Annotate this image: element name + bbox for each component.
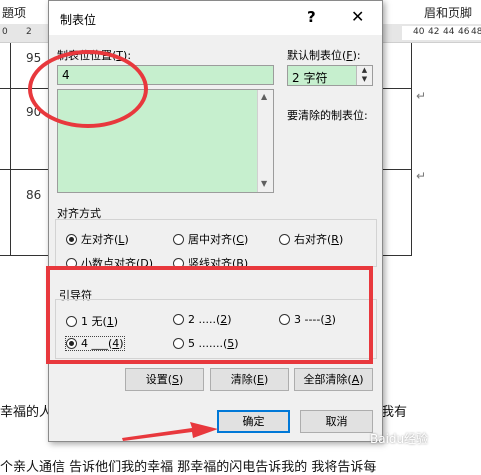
ok-button[interactable]: 确定	[217, 410, 290, 433]
spinner-buttons: ▲ ▼	[356, 66, 372, 85]
default-tab-stops-label: 默认制表位(F):	[287, 49, 361, 62]
ruler-number: 42	[428, 27, 440, 37]
clear-all-button[interactable]: 全部清除(A)	[294, 368, 373, 391]
annotation-arrow-icon	[122, 422, 218, 441]
watermark: Baidu经验	[370, 432, 429, 446]
tabs-to-clear-label: 要清除的制表位:	[287, 109, 368, 122]
spin-up-icon[interactable]: ▲	[357, 66, 372, 75]
body-text[interactable]: 个亲人通信 告诉他们我的幸福 那幸福的闪电告诉我的 我将告诉每	[0, 456, 376, 475]
close-icon[interactable]: ✕	[351, 7, 364, 26]
radio-dot	[173, 233, 184, 245]
ruler-number: 44	[443, 27, 455, 37]
list-scrollbar[interactable]: ▲ ▼	[257, 90, 273, 192]
default-tab-stops-spinner[interactable]: 2 字符 ▲ ▼	[287, 65, 373, 86]
radio-align-left[interactable]: 左对齐(L)	[66, 231, 129, 247]
clear-button[interactable]: 清除(E)	[210, 368, 289, 391]
table-border	[411, 43, 412, 255]
annotation-ellipse	[28, 50, 148, 128]
ribbon-tab-header-footer[interactable]: 眉和页脚	[424, 4, 472, 21]
paragraph-mark-icon: ↵	[416, 169, 427, 183]
radio-align-center[interactable]: 居中对齐(C)	[173, 231, 248, 247]
spin-down-icon[interactable]: ▼	[357, 75, 372, 84]
radio-align-right[interactable]: 右对齐(R)	[279, 231, 343, 247]
ruler-number: 2	[26, 27, 32, 37]
body-text[interactable]: 幸福的人	[0, 401, 52, 420]
ruler-number: 46	[458, 27, 470, 37]
cancel-button[interactable]: 取消	[300, 410, 373, 433]
scroll-up-icon[interactable]: ▲	[261, 92, 267, 101]
scroll-down-icon[interactable]: ▼	[261, 179, 267, 188]
ruler-number: 0	[2, 27, 8, 37]
ruler-number: 48	[471, 27, 481, 37]
set-button[interactable]: 设置(S)	[125, 368, 204, 391]
table-border	[10, 43, 11, 255]
dialog-title: 制表位	[60, 13, 97, 27]
body-text[interactable]: 我有	[381, 401, 407, 420]
ruler-number: 40	[413, 27, 425, 37]
annotation-rectangle	[46, 266, 373, 364]
paragraph-mark-icon: ↵	[416, 89, 427, 103]
radio-dot	[279, 233, 290, 245]
table-cell[interactable]: 86	[26, 188, 41, 202]
ribbon-tab-left[interactable]: 題项	[2, 4, 26, 21]
radio-dot	[66, 233, 77, 245]
table-cell[interactable]: 95	[26, 51, 41, 65]
default-tab-stops-value[interactable]: 2 字符	[292, 69, 327, 86]
dialog-titlebar[interactable]: 制表位 ? ✕	[49, 1, 382, 35]
help-icon[interactable]: ?	[307, 8, 316, 26]
